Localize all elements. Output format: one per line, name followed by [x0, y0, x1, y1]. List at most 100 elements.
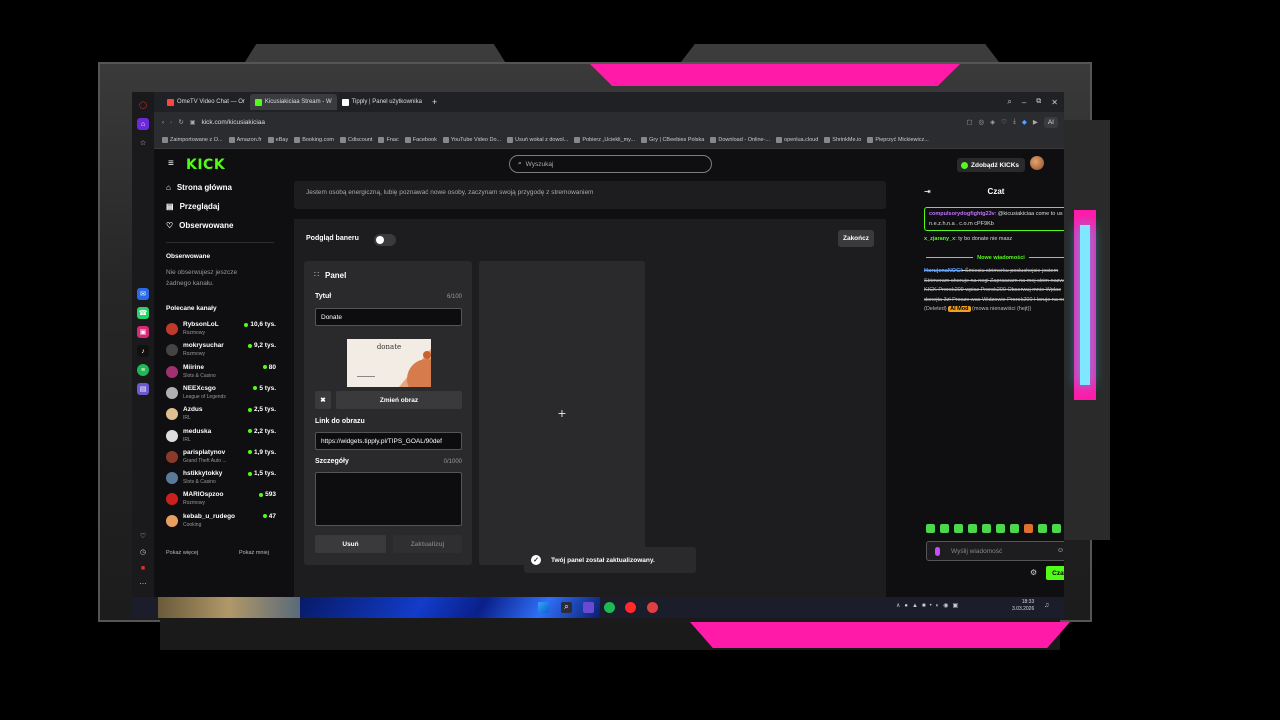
- bookmark-item[interactable]: Fnac: [378, 137, 399, 143]
- opera-icon[interactable]: [647, 602, 658, 613]
- emote-icon[interactable]: [1024, 524, 1033, 533]
- discord-icon[interactable]: ▤: [137, 383, 149, 395]
- tab-kick[interactable]: Kicusiakiciaa Stream - W: [249, 94, 337, 110]
- emote-icon[interactable]: [954, 524, 963, 533]
- bookmark-item[interactable]: Pobierz „Uciekli_my...: [574, 137, 635, 143]
- bookmark-item[interactable]: Zaimportowane z O...: [162, 137, 223, 143]
- vpn-icon[interactable]: ◆: [1022, 118, 1027, 126]
- url-field[interactable]: kick.com/kicusiakiciaa: [201, 119, 960, 126]
- channel-item[interactable]: mokrysuchar Rozmowy 9,2 tys.: [166, 341, 276, 361]
- close-icon[interactable]: ✕: [1051, 98, 1058, 107]
- channel-item[interactable]: parisplatynov Grand Theft Auto ... 1,9 tys…: [166, 448, 276, 468]
- teams-icon[interactable]: [583, 602, 594, 613]
- maximize-icon[interactable]: ⧉: [1036, 98, 1041, 106]
- back-icon[interactable]: ‹: [162, 119, 164, 126]
- emote-icon[interactable]: [968, 524, 977, 533]
- bookmark-item[interactable]: Gry | CBeebies Polska: [641, 137, 704, 143]
- bookmark-item[interactable]: eBay: [267, 137, 288, 143]
- banner-preview-toggle[interactable]: [374, 234, 396, 246]
- emote-icon[interactable]: [940, 524, 949, 533]
- shield-icon[interactable]: ◈: [990, 118, 995, 126]
- system-tray-icons[interactable]: ∧●▲■•◐◉▣: [896, 602, 962, 609]
- play-icon[interactable]: ▶: [1033, 118, 1038, 126]
- tiktok-icon[interactable]: ♪: [137, 345, 149, 357]
- emote-icon[interactable]: [996, 524, 1005, 533]
- pinned-username[interactable]: compulsorydogfightg23v: [929, 211, 995, 217]
- opera-ai-button[interactable]: AI: [1043, 116, 1058, 128]
- reload-icon[interactable]: ↻: [178, 118, 183, 126]
- bookmark-item[interactable]: Booking.com: [294, 137, 334, 143]
- whatsapp-icon[interactable]: ☎: [137, 307, 149, 319]
- search-tabs-icon[interactable]: ⌕: [1007, 97, 1011, 107]
- delete-panel-button[interactable]: Usuń: [315, 535, 386, 553]
- channel-item[interactable]: meduska IRL 2,2 tys.: [166, 427, 276, 447]
- show-less-link[interactable]: Pokaż mniej: [239, 550, 269, 556]
- channel-item[interactable]: kebab_u_rudego Cooking 47: [166, 512, 276, 532]
- emote-icon[interactable]: [1038, 524, 1047, 533]
- tab-ometv[interactable]: OmeTV Video Chat — Or: [162, 94, 250, 110]
- mic-icon[interactable]: [935, 547, 940, 556]
- opera-logo-icon[interactable]: ◯: [137, 99, 149, 111]
- search-input[interactable]: ⌕ Wyszukaj: [509, 155, 712, 173]
- nav-home[interactable]: ⌂ Strona główna: [166, 183, 232, 192]
- channel-item[interactable]: hstikkytokky Slots & Casino 1,5 tys.: [166, 469, 276, 489]
- heart-icon[interactable]: ♡: [1001, 118, 1007, 126]
- search-icon[interactable]: ⌕: [561, 602, 572, 613]
- channel-item[interactable]: Azdus IRL 2,5 tys.: [166, 405, 276, 425]
- channel-item[interactable]: MARIOspzoo Rozmowy 593: [166, 490, 276, 510]
- drag-handle-icon[interactable]: ∷: [314, 270, 319, 279]
- notification-bell-icon[interactable]: ♫: [1044, 602, 1049, 609]
- clock[interactable]: 18:33 3.03.2026: [1012, 599, 1034, 613]
- add-panel-card[interactable]: +: [479, 261, 645, 565]
- menu-icon[interactable]: ≡: [168, 158, 174, 169]
- extension-icon[interactable]: ▢: [966, 118, 972, 126]
- instagram-icon[interactable]: ▣: [137, 326, 149, 338]
- windows-start-icon[interactable]: [538, 602, 549, 613]
- messenger-icon[interactable]: ✉: [137, 288, 149, 300]
- delete-image-button[interactable]: ✖: [315, 391, 331, 409]
- bookmark-item[interactable]: ShrinkMe.io: [824, 137, 861, 143]
- bookmark-item[interactable]: Usuń wokal z dowol...: [507, 137, 568, 143]
- bookmark-item[interactable]: Facebook: [404, 137, 437, 143]
- gear-icon[interactable]: ⚙: [1030, 568, 1037, 577]
- chat-username[interactable]: x_zjarany_x: [924, 236, 955, 242]
- emoji-icon[interactable]: ☺: [1057, 547, 1064, 554]
- link-input[interactable]: https://widgets.tipply.pl/TIPS_GOAL/90de…: [315, 432, 462, 450]
- channel-item[interactable]: RybsonLoL Rozmowy 10,6 tys.: [166, 320, 276, 340]
- nav-following[interactable]: ♡ Obserwowane: [166, 221, 233, 230]
- emote-icon[interactable]: [982, 524, 991, 533]
- get-kicks-button[interactable]: Zdobądź KICKs: [957, 158, 1025, 172]
- wallet-icon[interactable]: ■: [137, 562, 149, 574]
- change-image-button[interactable]: Zmień obraz: [336, 391, 462, 409]
- camera-icon[interactable]: ◎: [978, 118, 984, 126]
- spotify-icon[interactable]: ≡: [137, 364, 149, 376]
- home-icon[interactable]: ⌂: [137, 118, 149, 130]
- download-icon[interactable]: ⤓: [1013, 118, 1016, 126]
- bookmark-item[interactable]: Pieprzyć Mickiewicz...: [867, 137, 929, 143]
- finish-button[interactable]: Zakończ: [838, 230, 874, 247]
- spotify-icon[interactable]: [604, 602, 615, 613]
- bookmark-item[interactable]: YouTube Video Do...: [442, 137, 501, 143]
- bookmark-item[interactable]: Cdiscount: [340, 137, 372, 143]
- user-avatar[interactable]: [1030, 156, 1044, 170]
- new-tab-button[interactable]: +: [427, 94, 442, 110]
- channel-item[interactable]: NEEXcsgo League of Legends 5 tys.: [166, 384, 276, 404]
- bookmark-item[interactable]: openlua.cloud: [776, 137, 818, 143]
- show-more-link[interactable]: Pokaż więcej: [166, 550, 198, 556]
- channel-item[interactable]: Miirine Slots & Casino 80: [166, 363, 276, 383]
- more-icon[interactable]: ⋯: [137, 578, 149, 590]
- emote-icon[interactable]: [926, 524, 935, 533]
- send-chat-button[interactable]: Czat: [1046, 566, 1064, 580]
- minimize-icon[interactable]: –: [1022, 98, 1026, 107]
- chat-username[interactable]: HorujenaNOGI: [924, 268, 962, 274]
- heart-icon[interactable]: ♡: [137, 530, 149, 542]
- bookmark-item[interactable]: Download - Online-...: [710, 137, 770, 143]
- forward-icon[interactable]: ›: [170, 119, 172, 126]
- star-icon[interactable]: ☆: [137, 137, 149, 149]
- update-panel-button[interactable]: Zaktualizuj: [393, 535, 462, 553]
- opera-gx-icon[interactable]: [625, 602, 636, 613]
- emote-icon[interactable]: [1010, 524, 1019, 533]
- kick-logo[interactable]: KICK: [186, 157, 225, 173]
- chat-input[interactable]: Wyślij wiadomość ☺: [926, 541, 1064, 561]
- title-input[interactable]: Donate: [315, 308, 462, 326]
